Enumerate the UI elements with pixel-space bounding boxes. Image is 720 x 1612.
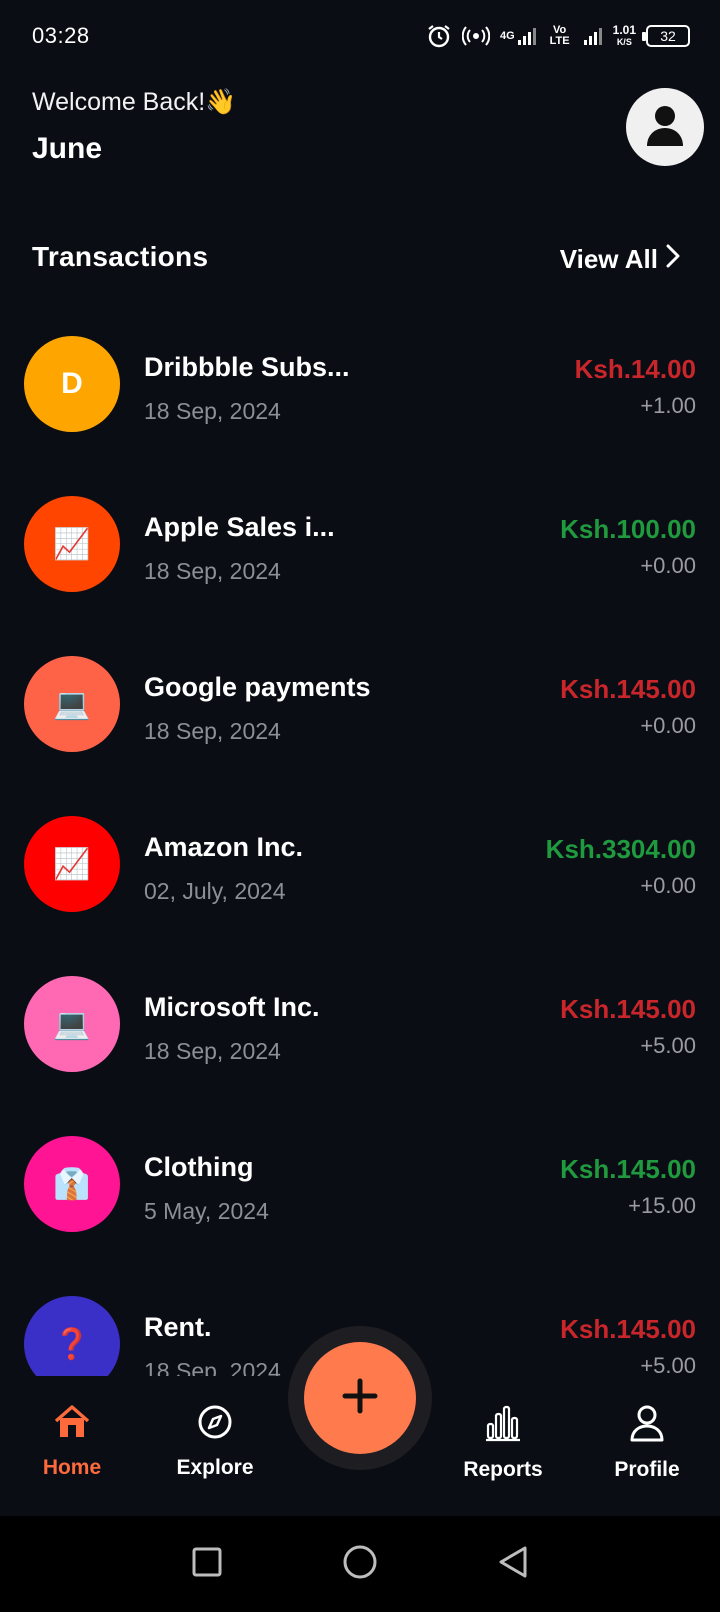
speed-unit: K/S xyxy=(616,37,632,47)
bottom-nav: Home Explore Reports Profile xyxy=(0,1326,720,1516)
transaction-name: Apple Sales i... xyxy=(144,512,335,542)
compass-icon xyxy=(197,1404,233,1446)
transaction-date: 18 Sep, 2024 xyxy=(144,1038,281,1064)
home-icon xyxy=(53,1404,91,1446)
transaction-amount: Ksh.145.00 xyxy=(560,1154,696,1184)
transaction-icon: ❓ xyxy=(24,1296,120,1376)
bar-chart-icon xyxy=(485,1404,521,1448)
chevron-right-icon xyxy=(666,244,680,275)
view-all-label: View All xyxy=(559,244,658,274)
transaction-row[interactable]: 💻 Microsoft Inc. 18 Sep, 2024 Ksh.145.00 +5.… xyxy=(0,958,720,1118)
transaction-delta: +0.00 xyxy=(640,713,696,738)
transaction-name: Rent. xyxy=(144,1312,212,1342)
transaction-amount: Ksh.3304.00 xyxy=(545,834,696,864)
speed-value: 1.01 xyxy=(612,23,636,37)
transaction-date: 02, July, 2024 xyxy=(144,878,286,904)
transaction-name: Dribbble Subs... xyxy=(144,352,350,382)
nav-explore[interactable]: Explore xyxy=(155,1404,275,1480)
transaction-name: Amazon Inc. xyxy=(144,832,304,862)
signal-4g-icon: 4G xyxy=(500,26,537,46)
battery-icon: 32 xyxy=(642,25,690,47)
nav-profile[interactable]: Profile xyxy=(587,1404,707,1482)
recents-button[interactable] xyxy=(187,1544,227,1584)
avatar-button[interactable] xyxy=(626,88,704,166)
transaction-date: 18 Sep, 2024 xyxy=(144,558,281,584)
nav-home-label: Home xyxy=(42,1456,102,1479)
circle-icon xyxy=(342,1544,378,1585)
transaction-amount: Ksh.100.00 xyxy=(560,514,696,544)
transaction-amount: Ksh.14.00 xyxy=(574,354,696,384)
transactions-list[interactable]: D Dribbble Subs... 18 Sep, 2024 Ksh.14.00 +1… xyxy=(0,318,720,1376)
transaction-row[interactable]: 📈 Apple Sales i... 18 Sep, 2024 Ksh.100.00 +… xyxy=(0,478,720,638)
transaction-amount: Ksh.145.00 xyxy=(560,1314,696,1344)
person-icon xyxy=(645,104,685,151)
username: June xyxy=(32,132,103,165)
transaction-date: 18 Sep, 2024 xyxy=(144,1358,281,1376)
nav-explore-label: Explore xyxy=(176,1456,254,1479)
transaction-icon: 📈 xyxy=(24,496,120,592)
transaction-icon: 👔 xyxy=(24,1136,120,1232)
home-system-button[interactable] xyxy=(340,1544,380,1584)
volte-label: Vo LTE xyxy=(549,24,570,47)
status-icons: 4G Vo LTE 1.01 K/S 32 xyxy=(426,23,690,49)
hotspot-icon xyxy=(461,25,490,47)
transaction-delta: +5.00 xyxy=(640,1033,696,1058)
transaction-row[interactable]: D Dribbble Subs... 18 Sep, 2024 Ksh.14.00 +1… xyxy=(0,318,720,478)
transaction-name: Microsoft Inc. xyxy=(144,992,320,1022)
system-nav-bar xyxy=(0,1516,720,1612)
view-all-button[interactable]: View All xyxy=(560,244,680,275)
add-transaction-button[interactable] xyxy=(304,1342,416,1454)
nav-reports-label: Reports xyxy=(463,1458,543,1481)
transaction-delta: +0.00 xyxy=(640,873,696,898)
nav-profile-label: Profile xyxy=(614,1458,680,1481)
user-icon xyxy=(629,1404,665,1448)
signal-icon xyxy=(583,26,603,46)
transaction-row[interactable]: 📈 Amazon Inc. 02, July, 2024 Ksh.3304.00 +0.… xyxy=(0,798,720,958)
transaction-icon: 💻 xyxy=(24,656,120,752)
transaction-name: Google payments xyxy=(144,672,371,702)
section-title: Transactions xyxy=(32,241,209,272)
transaction-date: 18 Sep, 2024 xyxy=(144,398,281,424)
transaction-row[interactable]: 👔 Clothing 5 May, 2024 Ksh.145.00 +15.00 xyxy=(0,1118,720,1278)
transaction-amount: Ksh.145.00 xyxy=(560,674,696,704)
transaction-amount: Ksh.145.00 xyxy=(560,994,696,1024)
transaction-delta: +1.00 xyxy=(640,393,696,418)
status-bar: 03:28 4G Vo LTE 1.01 K/S 32 xyxy=(0,0,720,72)
triangle-back-icon xyxy=(497,1545,529,1584)
status-time: 03:28 xyxy=(32,23,90,48)
transaction-name: Clothing xyxy=(144,1152,254,1182)
transaction-row[interactable]: 💻 Google payments 18 Sep, 2024 Ksh.145.00 +0… xyxy=(0,638,720,798)
transaction-icon: D xyxy=(24,336,120,432)
back-button[interactable] xyxy=(493,1544,533,1584)
nav-home[interactable]: Home xyxy=(12,1404,132,1480)
battery-level: 32 xyxy=(660,28,676,44)
transaction-delta: +15.00 xyxy=(628,1193,696,1218)
plus-icon xyxy=(341,1377,379,1420)
nav-reports[interactable]: Reports xyxy=(443,1404,563,1482)
network-4g-label: 4G xyxy=(499,29,515,42)
volte-icon: Vo LTE xyxy=(547,25,573,47)
transaction-icon: 💻 xyxy=(24,976,120,1072)
transaction-delta: +0.00 xyxy=(640,553,696,578)
alarm-icon xyxy=(426,23,452,49)
transaction-icon: 📈 xyxy=(24,816,120,912)
transaction-date: 18 Sep, 2024 xyxy=(144,718,281,744)
transaction-delta: +5.00 xyxy=(640,1353,696,1376)
welcome-text: Welcome Back!👋 xyxy=(32,88,237,116)
square-icon xyxy=(191,1546,223,1583)
fab-container xyxy=(288,1326,432,1470)
transaction-date: 5 May, 2024 xyxy=(144,1198,269,1224)
network-speed: 1.01 K/S xyxy=(613,24,636,48)
